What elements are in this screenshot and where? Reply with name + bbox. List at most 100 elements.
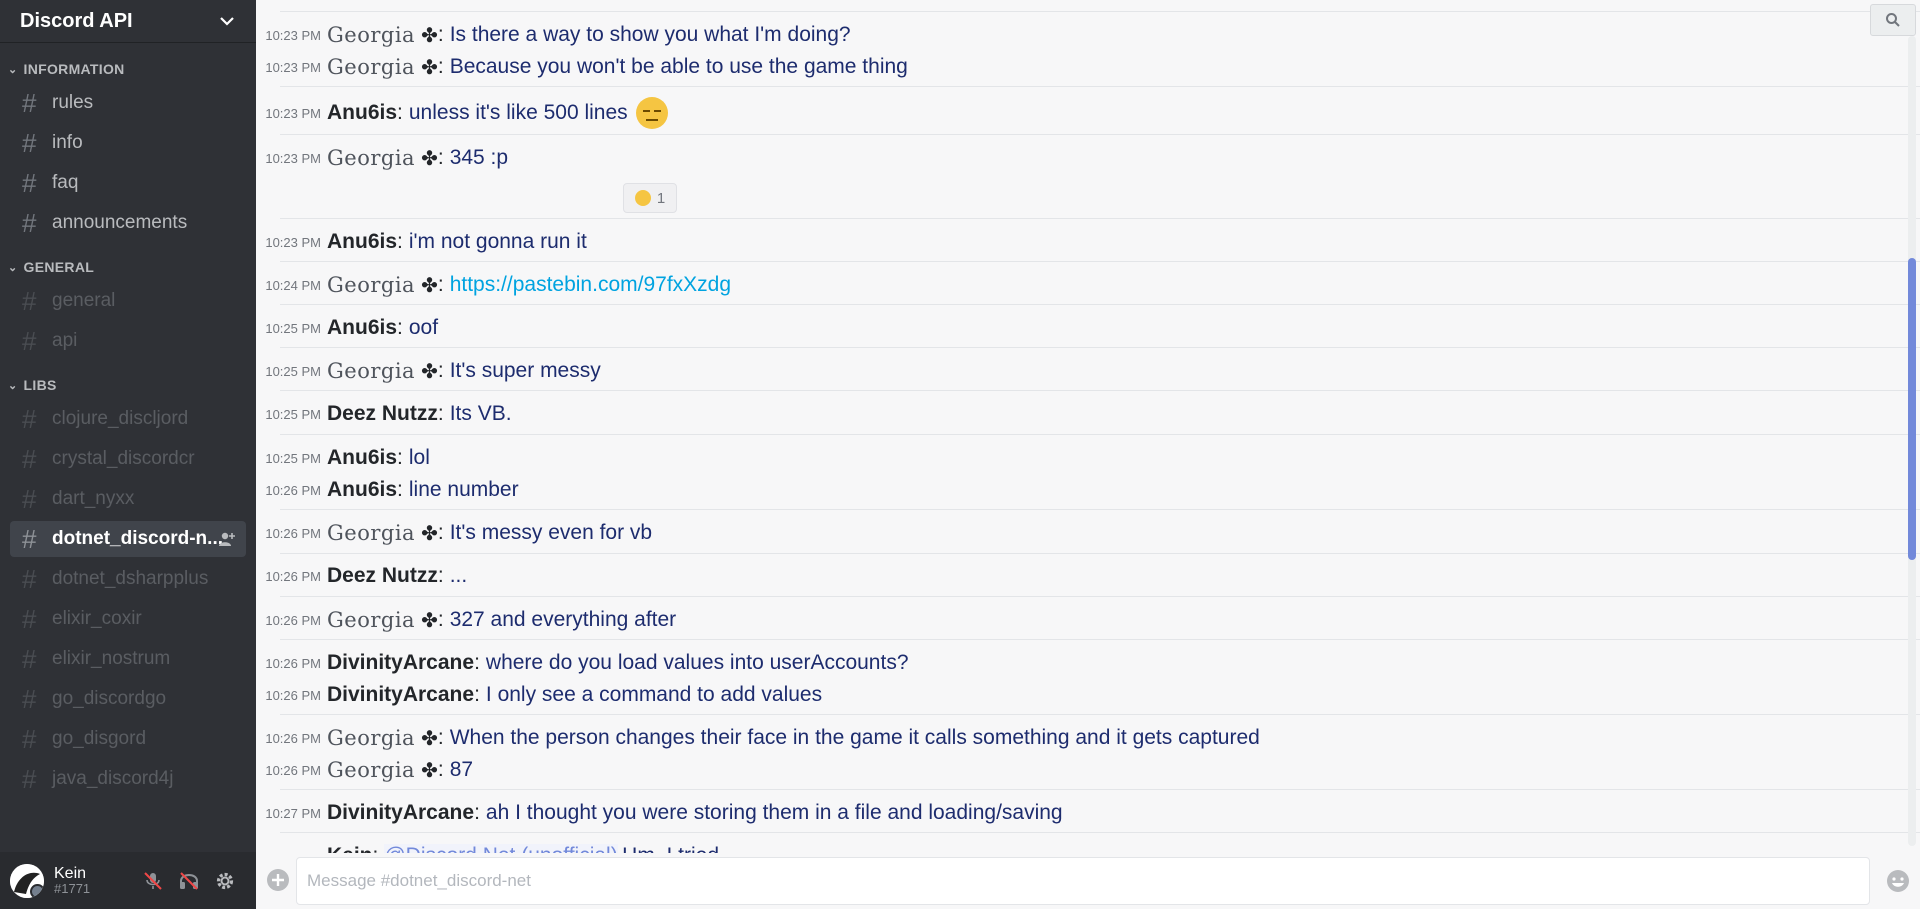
message-author[interactable]: Georgia xyxy=(327,146,415,170)
message-author[interactable]: Georgia xyxy=(327,359,415,383)
channel-label: api xyxy=(52,330,78,351)
message-author[interactable]: Anu6is xyxy=(327,478,397,502)
message-link[interactable]: https://pastebin.com/97fxXzdg xyxy=(450,273,731,297)
hash-icon: # xyxy=(22,128,37,158)
timestamp: 10:26 PM xyxy=(265,730,321,746)
invite-user-icon[interactable] xyxy=(218,530,236,548)
clover-badge-icon: ✤ xyxy=(421,147,438,170)
message-composer xyxy=(256,853,1920,909)
divider xyxy=(280,639,1920,640)
upload-plus-icon[interactable] xyxy=(266,868,290,892)
message-partial: Kein: @Discord.Net (unofficial) Hm, I tr… xyxy=(256,840,719,853)
divider xyxy=(280,218,1920,219)
message-author[interactable]: Anu6is xyxy=(327,230,397,254)
category-information[interactable]: ⌄ INFORMATION xyxy=(0,57,256,81)
divider xyxy=(280,390,1920,391)
category-label: GENERAL xyxy=(23,259,95,275)
category-label: INFORMATION xyxy=(23,61,125,77)
clover-badge-icon: ✤ xyxy=(421,759,438,782)
message-author[interactable]: Anu6is xyxy=(327,101,397,125)
search-icon xyxy=(1886,13,1900,27)
scrollbar-thumb[interactable] xyxy=(1908,258,1916,560)
category-general[interactable]: ⌄ GENERAL xyxy=(0,255,256,279)
channel-go-disgord[interactable]: # go_disgord xyxy=(10,721,246,757)
mention[interactable]: @Discord.Net (unofficial) xyxy=(384,844,618,853)
clover-badge-icon: ✤ xyxy=(421,609,438,632)
timestamp: 10:23 PM xyxy=(265,105,321,121)
search-button[interactable] xyxy=(1870,4,1916,36)
category-label: LIBS xyxy=(23,377,57,393)
emoji-picker-icon[interactable] xyxy=(1886,869,1910,893)
clover-badge-icon: ✤ xyxy=(421,522,438,545)
message-text: Hm, I tried xyxy=(622,844,719,853)
divider xyxy=(280,434,1920,435)
timestamp: 10:23 PM xyxy=(265,27,321,43)
channel-faq[interactable]: # faq xyxy=(10,165,246,201)
channel-label: elixir_nostrum xyxy=(52,648,171,669)
message-author[interactable]: Georgia xyxy=(327,521,415,545)
channel-crystal-discordcr[interactable]: # crystal_discordcr xyxy=(10,441,246,477)
message: 10:23 PM Anu6is: unless it's like 500 li… xyxy=(256,97,668,129)
channel-sidebar: Discord API ⌄ INFORMATION # rules # info #… xyxy=(0,0,256,909)
message-author[interactable]: Anu6is xyxy=(327,446,397,470)
message-author[interactable]: Georgia xyxy=(327,55,415,79)
channel-announcements[interactable]: # announcements xyxy=(10,205,246,241)
hash-icon: # xyxy=(22,326,37,356)
timestamp: 10:26 PM xyxy=(265,655,321,671)
divider xyxy=(280,86,1920,87)
channel-clojure-discljord[interactable]: # clojure_discljord xyxy=(10,401,246,437)
message: 10:26 PM Georgia ✤: It's messy even for … xyxy=(256,517,652,549)
channel-rules[interactable]: # rules xyxy=(10,85,246,121)
reaction-thinking[interactable]: 1 xyxy=(623,183,677,213)
guild-header[interactable]: Discord API xyxy=(0,0,256,43)
channel-elixir-coxir[interactable]: # elixir_coxir xyxy=(10,601,246,637)
message: 10:26 PM Georgia ✤: 327 and everything a… xyxy=(256,604,676,636)
message-text: line number xyxy=(408,478,519,501)
hash-icon: # xyxy=(22,644,37,674)
channel-label: announcements xyxy=(52,212,188,233)
channel-info[interactable]: # info xyxy=(10,125,246,161)
message-author[interactable]: Georgia xyxy=(327,23,415,47)
message-author[interactable]: DivinityArcane xyxy=(327,651,474,675)
message-author[interactable]: Georgia xyxy=(327,608,415,632)
deafen-headphones-icon[interactable] xyxy=(178,870,200,892)
category-chevron-icon: ⌄ xyxy=(8,63,18,76)
timestamp: 10:26 PM xyxy=(265,525,321,541)
avatar[interactable] xyxy=(10,863,44,898)
channel-dotnet-discord-net[interactable]: # dotnet_discord-n... xyxy=(10,521,246,557)
mute-microphone-icon[interactable] xyxy=(142,870,164,892)
channel-label: dotnet_dsharpplus xyxy=(52,568,209,589)
channel-go-discordgo[interactable]: # go_discordgo xyxy=(10,681,246,717)
clover-badge-icon: ✤ xyxy=(421,274,438,297)
channel-java-discord4j[interactable]: # java_discord4j xyxy=(10,761,246,797)
channel-label: elixir_coxir xyxy=(52,608,142,629)
message-author[interactable]: DivinityArcane xyxy=(327,801,474,825)
user-settings-gear-icon[interactable] xyxy=(214,870,236,892)
guild-name: Discord API xyxy=(20,9,133,32)
message-author[interactable]: Georgia xyxy=(327,273,415,297)
channel-label: dart_nyxx xyxy=(52,488,135,509)
message-author[interactable]: DivinityArcane xyxy=(327,683,474,707)
hash-icon: # xyxy=(22,168,37,198)
channel-api[interactable]: # api xyxy=(10,323,246,359)
message-author[interactable]: Georgia xyxy=(327,726,415,750)
channel-dart-nyxx[interactable]: # dart_nyxx xyxy=(10,481,246,517)
channel-label: go_disgord xyxy=(52,728,147,749)
message-author[interactable]: Kein xyxy=(327,844,373,853)
channel-dotnet-dsharpplus[interactable]: # dotnet_dsharpplus xyxy=(10,561,246,597)
message-text: lol xyxy=(408,446,430,469)
user-panel: Kein #1771 xyxy=(0,852,256,909)
message-input[interactable] xyxy=(297,870,1869,892)
message-author[interactable]: Anu6is xyxy=(327,316,397,340)
message-author[interactable]: Georgia xyxy=(327,758,415,782)
message-list[interactable]: 10:23 PM Georgia ✤: Is there a way to sh… xyxy=(256,0,1920,853)
message-author[interactable]: Deez Nutzz xyxy=(327,402,438,426)
message-author[interactable]: Deez Nutzz xyxy=(327,564,438,588)
message-text: where do you load values into userAccoun… xyxy=(485,651,909,674)
thinking-emoji-icon xyxy=(634,190,651,206)
channel-elixir-nostrum[interactable]: # elixir_nostrum xyxy=(10,641,246,677)
category-libs[interactable]: ⌄ LIBS xyxy=(0,373,256,397)
divider xyxy=(280,714,1920,715)
channel-general[interactable]: # general xyxy=(10,283,246,319)
hash-icon: # xyxy=(22,604,37,634)
